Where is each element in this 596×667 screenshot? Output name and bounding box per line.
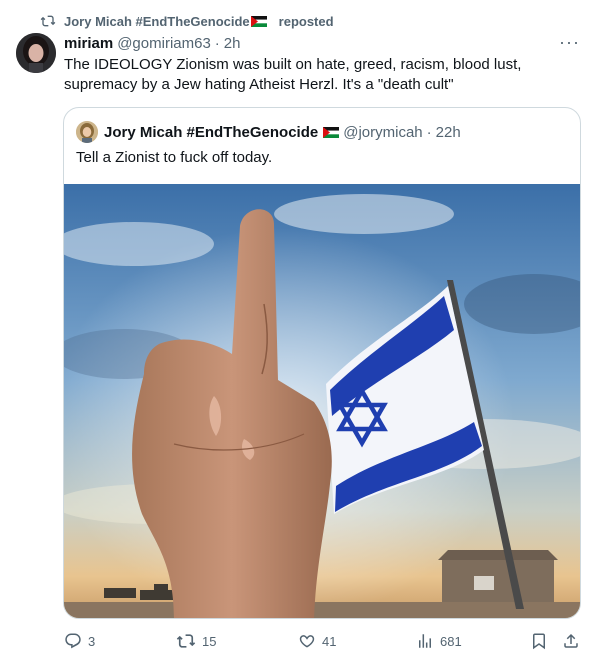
tweet-time[interactable]: 2h bbox=[224, 35, 241, 52]
share-icon bbox=[564, 633, 578, 648]
reply-icon bbox=[65, 633, 81, 649]
palestine-flag-icon bbox=[323, 126, 340, 138]
views-icon bbox=[419, 634, 431, 648]
tweet-text: The IDEOLOGY Zionism was built on hate, … bbox=[64, 56, 522, 93]
share-button[interactable] bbox=[562, 632, 586, 650]
separator-dot: · bbox=[214, 34, 220, 52]
repost-context[interactable]: Jory Micah #EndTheGenocide reposted bbox=[40, 12, 334, 30]
quoted-author-handle: @jorymicah bbox=[343, 123, 423, 141]
quoted-tweet-text: Tell a Zionist to fuck off today. bbox=[76, 149, 273, 166]
tweet-header: miriam @gomiriam63 · 2h ··· bbox=[64, 33, 580, 53]
quoted-author-avatar bbox=[76, 121, 98, 143]
repost-button[interactable]: 15 bbox=[176, 632, 216, 650]
repost-count: 15 bbox=[202, 633, 217, 649]
avatar-image bbox=[16, 33, 56, 73]
quoted-author-name: Jory Micah #EndTheGenocide bbox=[104, 123, 319, 141]
reposter-name[interactable]: Jory Micah #EndTheGenocide bbox=[64, 14, 250, 29]
reply-button[interactable]: 3 bbox=[64, 632, 95, 650]
quoted-tweet[interactable]: Jory Micah #EndTheGenocide @jorymicah · … bbox=[63, 107, 581, 619]
repost-icon bbox=[40, 15, 56, 27]
reply-count: 3 bbox=[88, 633, 96, 649]
quoted-avatar-image bbox=[76, 121, 98, 143]
views-count: 681 bbox=[440, 633, 462, 649]
quoted-tweet-header: Jory Micah #EndTheGenocide @jorymicah · … bbox=[76, 121, 461, 143]
views-button[interactable]: 681 bbox=[416, 632, 462, 650]
repost-icon bbox=[176, 634, 196, 648]
separator-dot: · bbox=[426, 123, 432, 141]
tweet-actions: 3 15 41 681 bbox=[64, 628, 584, 654]
author-handle[interactable]: @gomiriam63 bbox=[117, 35, 211, 52]
quoted-time: 22h bbox=[435, 123, 461, 141]
like-button[interactable]: 41 bbox=[298, 632, 336, 650]
author-avatar[interactable] bbox=[16, 33, 56, 73]
repost-label: reposted bbox=[278, 13, 334, 29]
bookmark-button[interactable] bbox=[530, 632, 554, 650]
palestine-flag-icon bbox=[250, 15, 267, 27]
more-icon[interactable]: ··· bbox=[559, 33, 580, 51]
bookmark-icon bbox=[533, 633, 545, 650]
quoted-media-image[interactable] bbox=[64, 184, 581, 619]
like-count: 41 bbox=[322, 633, 337, 649]
like-icon bbox=[299, 635, 315, 648]
author-name[interactable]: miriam bbox=[64, 35, 113, 52]
